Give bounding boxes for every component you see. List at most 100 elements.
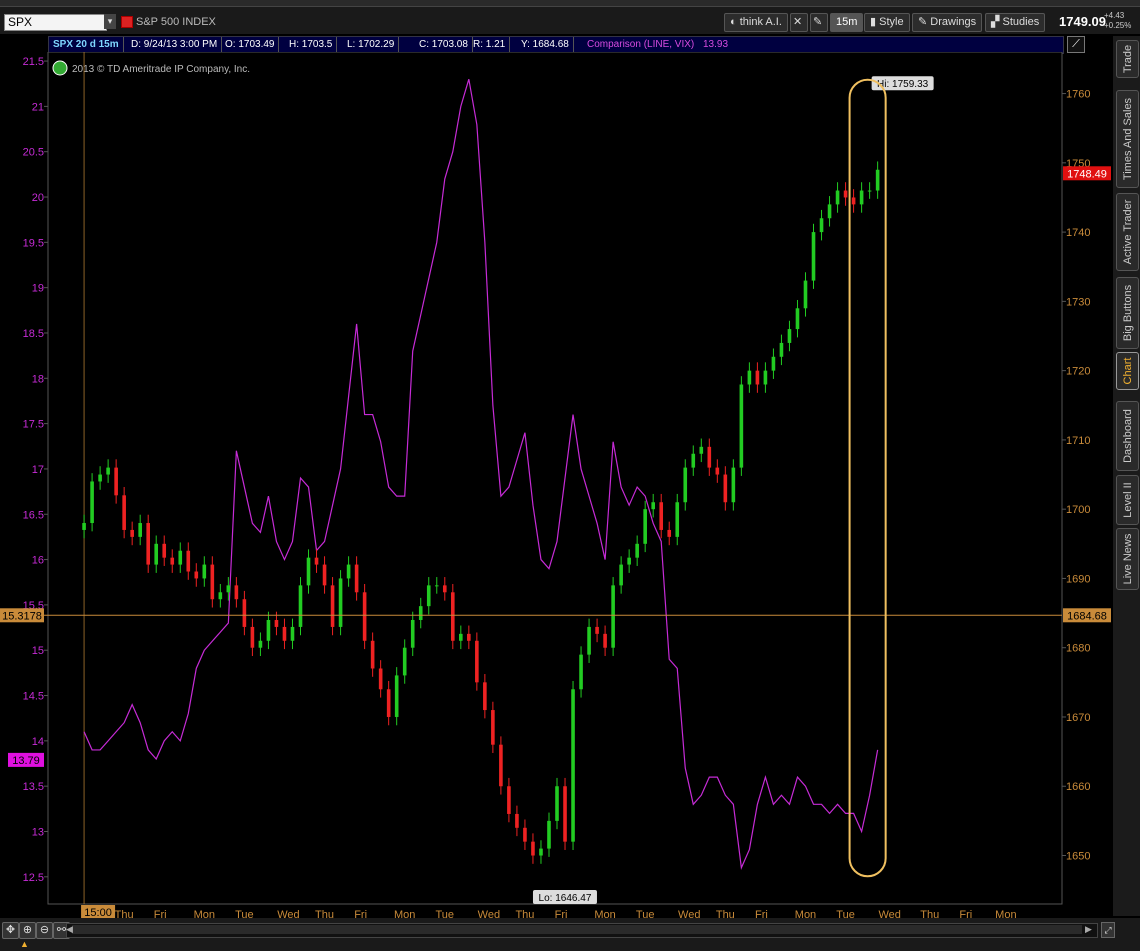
spx-candle-body: [234, 585, 239, 600]
studies-button[interactable]: ▞ Studies: [985, 13, 1046, 32]
think-ai-button[interactable]: ◐ think A.I.: [724, 13, 788, 32]
spx-candle-body: [531, 841, 535, 856]
plot-area: [47, 52, 1063, 905]
spx-candle-body: [162, 543, 167, 558]
x-tick-label: Fri: [959, 909, 972, 918]
info-icon: [52, 60, 68, 76]
right-tick-label: 1680: [1066, 643, 1090, 655]
x-tick-label: Fri: [354, 909, 367, 918]
tab-dashboard[interactable]: Dashboard: [1116, 401, 1139, 471]
spx-candle-body: [98, 474, 102, 482]
spx-candle-body: [378, 668, 383, 690]
spx-candle-body: [483, 682, 487, 711]
spx-candle-body: [667, 529, 672, 537]
spx-candle-body: [555, 786, 559, 821]
spx-candle-body: [362, 592, 367, 641]
spx-candle-body: [827, 204, 832, 219]
x-tick-label: Thu: [920, 909, 939, 918]
price-chart[interactable]: 2013 © TD Ameritrade IP Company, Inc. 12.…: [0, 52, 1113, 918]
x-tick-label: Fri: [555, 909, 568, 918]
x-tick-label: Tue: [436, 909, 455, 918]
wrench-button[interactable]: ✎: [810, 13, 828, 32]
symbol-dropdown-button[interactable]: ▾: [104, 14, 116, 29]
spx-candle-body: [619, 564, 623, 586]
spx-candle-body: [122, 495, 126, 530]
right-tick-label: 1660: [1066, 781, 1090, 793]
spx-candle-body: [298, 585, 303, 627]
scrollbar-thumb[interactable]: [72, 925, 1082, 934]
symbol-input[interactable]: SPX: [4, 14, 107, 31]
x-tick-label: 15:00: [84, 907, 112, 918]
spx-candle-body: [811, 232, 816, 281]
drawings-button[interactable]: ✎ Drawings: [912, 13, 983, 32]
spx-candle-body: [290, 626, 295, 641]
spx-candle-body: [523, 827, 527, 842]
spx-candle-body: [82, 523, 86, 530]
right-tick-label: 1650: [1066, 851, 1090, 863]
spx-candle-body: [867, 190, 872, 192]
spx-candle-body: [635, 543, 639, 558]
pan-icon[interactable]: ✥: [2, 922, 19, 939]
left-tick-label: 21.5: [23, 56, 44, 68]
symbol-flag-icon[interactable]: [121, 16, 133, 28]
spx-candle-body: [322, 564, 327, 586]
tab-times-and-sales[interactable]: Times And Sales: [1116, 90, 1139, 188]
expand-icon[interactable]: ⤢: [1101, 922, 1115, 938]
right-tick-label: 1730: [1066, 296, 1090, 308]
zoom-in-icon[interactable]: ⊕: [19, 922, 36, 939]
left-tick-label: 16: [32, 555, 44, 567]
spx-candle-body: [603, 633, 607, 648]
spx-candle-body: [579, 654, 583, 690]
tab-chart[interactable]: Chart: [1116, 352, 1139, 390]
tab-live-news[interactable]: Live News: [1116, 528, 1139, 590]
spx-candle-body: [467, 633, 471, 641]
spx-candle-body: [819, 218, 824, 233]
last-price: 1749.09: [1059, 14, 1106, 29]
spx-candle-body: [475, 640, 479, 683]
spx-candle-body: [330, 585, 335, 627]
left-tick-label: 19.5: [23, 237, 44, 249]
tab-active-trader[interactable]: Active Trader: [1116, 193, 1139, 271]
spx-candle-body: [170, 557, 175, 565]
tab-big-buttons[interactable]: Big Buttons: [1116, 277, 1139, 349]
tab-trade[interactable]: Trade: [1116, 40, 1139, 78]
chart-settings-icon[interactable]: ⟋: [1067, 36, 1085, 53]
pencil-icon: ✎: [918, 16, 931, 28]
spx-candle-body: [394, 675, 399, 717]
collapse-arrow-icon[interactable]: ▲: [20, 939, 34, 949]
window-title-strip: [0, 0, 1140, 7]
spx-candle-body: [723, 474, 728, 503]
spx-candle-body: [539, 848, 543, 856]
spx-candle-body: [210, 564, 215, 600]
spx-candle-body: [442, 585, 447, 593]
left-tick-label: 13: [32, 826, 44, 838]
x-tick-label: Wed: [277, 909, 299, 918]
style-button[interactable]: ▮ Style: [864, 13, 910, 32]
timeframe-button[interactable]: 15m: [830, 13, 864, 32]
spx-candle-body: [499, 744, 503, 787]
spx-candle-body: [450, 592, 455, 641]
last-spx-label: 1748.49: [1067, 168, 1107, 180]
style-icon: ▮: [870, 16, 880, 28]
spx-candle-body: [875, 169, 880, 191]
spx-candle-body: [587, 626, 591, 655]
scroll-left-icon[interactable]: ◀: [66, 923, 76, 936]
scroll-right-icon[interactable]: ▶: [1085, 923, 1095, 936]
spx-candle-body: [250, 626, 255, 648]
spx-candle-body: [563, 786, 567, 842]
x-tick-label: Thu: [716, 909, 735, 918]
zoom-out-icon[interactable]: ⊖: [36, 922, 53, 939]
left-tick-label: 14: [32, 736, 44, 748]
crosshair-tool-button[interactable]: ✕: [790, 13, 808, 32]
spx-candle-body: [426, 585, 431, 607]
spx-candle-body: [138, 523, 142, 537]
tab-level-ii[interactable]: Level II: [1116, 475, 1139, 525]
spx-candle-body: [346, 564, 351, 579]
spx-candle-body: [699, 446, 704, 454]
spx-candle-body: [691, 453, 696, 468]
x-tick-label: Fri: [154, 909, 167, 918]
bar-close: C: 1703.08: [415, 37, 473, 53]
spx-candle-body: [130, 529, 134, 537]
spx-candle-body: [459, 633, 463, 641]
x-tick-label: Fri: [755, 909, 768, 918]
